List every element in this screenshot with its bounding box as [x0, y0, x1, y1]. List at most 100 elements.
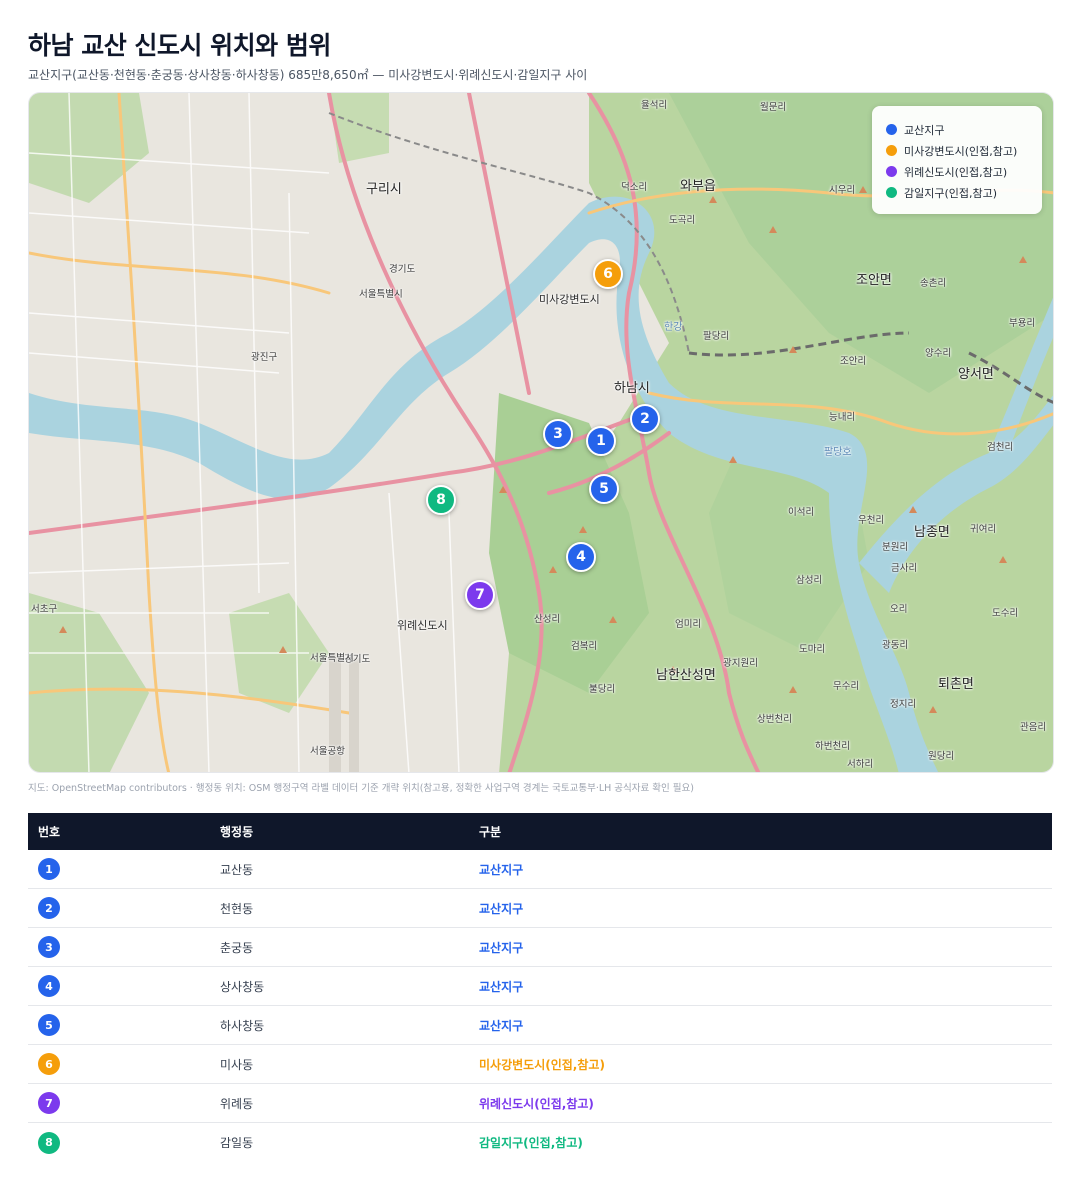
marker-number: 1: [596, 433, 606, 449]
map-label-songchonri: 송촌리: [920, 278, 947, 289]
map-label-dosuri: 도수리: [992, 608, 1019, 619]
table-row: 7 위례동 위례신도시(인접,참고): [28, 1084, 1052, 1123]
row-dong: 위례동: [220, 1096, 254, 1111]
map-label-yangsuri: 양수리: [925, 348, 952, 359]
legend-dot-icon: [886, 124, 897, 135]
legend-label: 감일지구(인접,참고): [904, 186, 998, 200]
dong-table: 번호 행정동 구분 1 교산동 교산지구 2 천현동 교산지구 3 춘궁동 교산지구 4 상사…: [28, 813, 1052, 1162]
row-number-badge: 5: [38, 1014, 60, 1036]
map-marker-4[interactable]: 4: [566, 542, 596, 572]
page-subtitle: 교산지구(교산동·천현동·춘궁동·상사창동·하사창동) 685만8,650㎡ —…: [28, 68, 588, 82]
map-label-geumsari: 금사리: [891, 563, 918, 574]
legend-dot-icon: [886, 145, 897, 156]
map-label-orii: 오리: [890, 604, 908, 615]
map-label-wabu: 와부읍: [680, 179, 716, 194]
map-label-geomcheonri: 검천리: [987, 442, 1014, 453]
map-marker-1[interactable]: 1: [586, 426, 616, 456]
legend-label: 미사강변도시(인접,참고): [904, 144, 1018, 158]
legend-item-misa: 미사강변도시(인접,참고): [886, 140, 1028, 161]
map-label-ucheonri: 우천리: [858, 515, 885, 526]
map-marker-8[interactable]: 8: [426, 485, 456, 515]
legend-label: 교산지구: [904, 123, 945, 137]
map-label-bunwonri: 분원리: [882, 542, 909, 553]
map-label-gwangjin: 광진구: [251, 352, 278, 363]
row-dong: 감일동: [220, 1136, 254, 1150]
map-attribution: 지도: OpenStreetMap contributors · 행정동 위치:…: [28, 783, 694, 794]
map-view[interactable]: 구리시 와부읍 조안면 미사강변도시 하남시 양서면 남종면 퇴촌면 남한산성면…: [28, 92, 1054, 773]
header-number: 번호: [38, 825, 61, 839]
map-marker-7[interactable]: 7: [465, 580, 495, 610]
map-label-paldangri: 팔당리: [703, 331, 730, 342]
legend-item-gyosan: 교산지구: [886, 119, 1028, 140]
row-type: 교산지구: [479, 901, 524, 916]
map-label-wondangri: 원당리: [928, 751, 955, 762]
row-type: 교산지구: [479, 940, 524, 955]
map-label-gwaneumri: 관음리: [1020, 722, 1047, 733]
map-label-jeongjiri: 정지리: [890, 699, 917, 710]
map-label-toechon: 퇴촌면: [938, 677, 974, 692]
row-number-badge: 6: [38, 1053, 60, 1075]
map-label-isokri: 이석리: [788, 507, 815, 518]
legend-dot-icon: [886, 166, 897, 177]
map-label-buyongri: 부용리: [1009, 318, 1036, 329]
row-number-badge: 1: [38, 858, 60, 880]
marker-number: 2: [640, 411, 650, 427]
marker-number: 3: [553, 426, 563, 442]
row-number-badge: 3: [38, 936, 60, 958]
map-label-geombokri: 검복리: [571, 641, 598, 652]
map-label-seoul-2: 서울특별시: [310, 653, 354, 664]
row-dong: 교산동: [220, 862, 254, 877]
map-label-seoul-1: 서울특별시: [359, 289, 403, 300]
row-type: 감일지구(인접,참고): [479, 1136, 583, 1150]
legend-item-gamil: 감일지구(인접,참고): [886, 182, 1028, 203]
row-number-badge: 4: [38, 975, 60, 997]
map-label-siuri: 시우리: [829, 185, 856, 196]
map-label-hanam: 하남시: [614, 381, 650, 396]
marker-number: 5: [599, 481, 609, 497]
map-label-wolmunri: 월문리: [760, 102, 787, 113]
table-header: 번호 행정동 구분: [28, 813, 1052, 850]
map-marker-5[interactable]: 5: [589, 474, 619, 504]
map-label-joan: 조안면: [856, 273, 892, 288]
header-dong: 행정동: [220, 825, 254, 839]
table-row: 4 상사창동 교산지구: [28, 967, 1052, 1006]
legend-dot-icon: [886, 187, 897, 198]
map-label-gwangdongri: 광동리: [882, 640, 909, 651]
map-label-sanseongri: 산성리: [534, 614, 561, 625]
map-label-guiyeori: 귀여리: [970, 524, 997, 535]
marker-number: 4: [576, 549, 586, 565]
page-title: 하남 교산 신도시 위치와 범위: [28, 31, 331, 60]
map-legend: 교산지구 미사강변도시(인접,참고) 위례신도시(인접,참고) 감일지구(인접,…: [872, 106, 1042, 214]
map-label-habeoncheonri: 하번천리: [815, 741, 850, 752]
row-dong: 상사창동: [220, 979, 265, 994]
map-label-paldang-lake: 팔당호: [824, 447, 852, 458]
map-label-hangang: 한강: [664, 322, 683, 333]
table-row: 6 미사동 미사강변도시(인접,참고): [28, 1045, 1052, 1084]
map-label-domari: 도마리: [799, 644, 826, 655]
map-label-neungnaeri: 능내리: [829, 412, 856, 423]
table-row: 5 하사창동 교산지구: [28, 1006, 1052, 1045]
map-label-yulseokri: 율석리: [641, 100, 668, 111]
map-label-gwangjiwonri: 광지원리: [723, 658, 758, 669]
map-label-seocho: 서초구: [31, 604, 58, 615]
map-label-namjong: 남종면: [914, 525, 950, 540]
map-label-musuri: 무수리: [833, 681, 860, 692]
row-number-badge: 8: [38, 1131, 60, 1154]
table-row: 8 감일동 감일지구(인접,참고): [28, 1123, 1052, 1162]
map-marker-2[interactable]: 2: [630, 404, 660, 434]
map-label-yangseo: 양서면: [958, 367, 994, 382]
map-label-seohari: 서하리: [847, 759, 874, 770]
map-label-samseongri: 삼성리: [796, 575, 823, 586]
table-row: 2 천현동 교산지구: [28, 889, 1052, 928]
map-label-seoul-airport: 서울공항: [310, 746, 345, 757]
header-type: 구분: [479, 825, 502, 839]
map-label-buldangri: 불당리: [589, 684, 616, 695]
map-label-joanri: 조안리: [840, 356, 867, 367]
row-type: 교산지구: [479, 862, 524, 877]
map-label-eommiri: 엄미리: [675, 619, 702, 630]
legend-item-wirye: 위례신도시(인접,참고): [886, 161, 1028, 182]
map-marker-3[interactable]: 3: [543, 419, 573, 449]
marker-number: 6: [603, 266, 613, 282]
map-marker-6[interactable]: 6: [593, 259, 623, 289]
row-dong: 하사창동: [220, 1018, 265, 1033]
